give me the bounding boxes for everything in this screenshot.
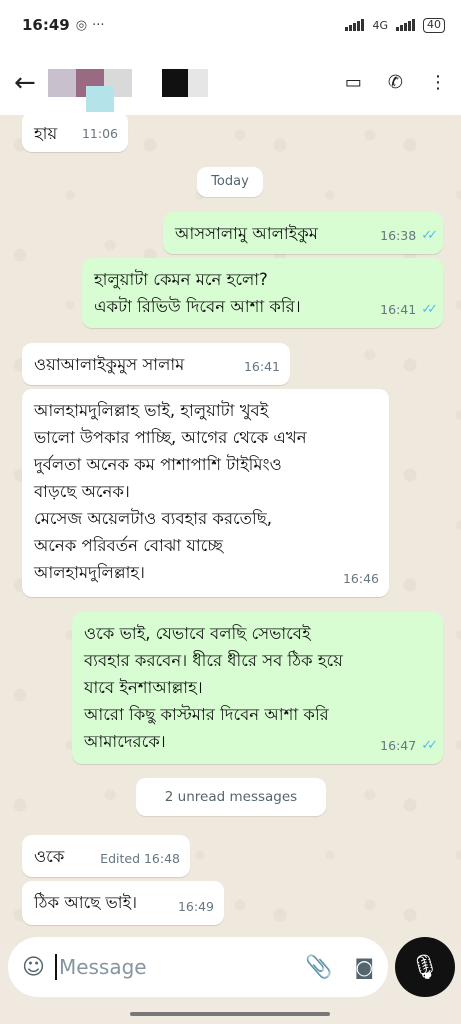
message-incoming[interactable]: আলহামদুলিল্লাহ ভাই, হালুয়াটা খুবই ভালো …	[22, 389, 389, 597]
status-right: 4G 40	[345, 17, 445, 33]
video-call-icon[interactable]: ▭	[345, 72, 362, 93]
message-text: ওকে	[34, 847, 65, 866]
home-gesture-handle[interactable]	[130, 1012, 330, 1016]
signal-icon	[345, 19, 365, 31]
avatar-blur-fragment	[86, 86, 114, 114]
unread-messages-separator: 2 unread messages	[136, 778, 326, 816]
message-text: আলহামদুলিল্লাহ ভাই, হালুয়াটা খুবই ভালো …	[34, 401, 307, 582]
message-text: হালুয়াটা কেমন মনে হলো? একটা রিভিউ দিবেন…	[94, 270, 301, 316]
menu-icon[interactable]: ⋮	[429, 72, 447, 93]
message-time: Edited 16:48	[100, 851, 180, 866]
contact-avatar-blurred[interactable]	[47, 65, 208, 101]
network-type: 4G	[372, 18, 388, 32]
chat-header: ← ▭ ✆ ⋮	[0, 50, 461, 115]
signal-icon-2	[396, 19, 415, 31]
double-check-icon: ✓✓	[421, 738, 438, 753]
message-outgoing[interactable]: হালুয়াটা কেমন মনে হলো? একটা রিভিউ দিবেন…	[82, 258, 443, 328]
message-text: আসসালামু আলাইকুম	[175, 224, 318, 243]
status-time: 16:49	[22, 16, 70, 34]
message-input[interactable]	[58, 955, 249, 979]
message-text: ঠিক আছে ভাই।	[34, 893, 138, 912]
status-bar: 16:49 ◎ ··· 4G 40	[0, 0, 461, 50]
double-check-icon: ✓✓	[421, 302, 438, 317]
message-time: 16:49	[177, 899, 214, 914]
message-time: 16:41	[243, 359, 280, 374]
arrow-left-icon[interactable]: ←	[14, 68, 36, 98]
message-composer: ☺ 📎 ◙	[8, 937, 388, 997]
message-time: 16:47 ✓✓	[380, 732, 438, 759]
message-incoming[interactable]: ওয়াআলাইকুমুস সালাম 16:41	[22, 343, 290, 385]
message-outgoing[interactable]: ওকে ভাই, যেভাবে বলছি সেভাবেই ব্যবহার করব…	[72, 612, 443, 764]
header-actions: ▭ ✆ ⋮	[345, 72, 447, 93]
message-text: ওকে ভাই, যেভাবে বলছি সেভাবেই ব্যবহার করব…	[84, 624, 343, 751]
message-text: হায়	[34, 124, 58, 143]
voice-call-icon[interactable]: ✆	[388, 72, 403, 93]
double-check-icon: ✓✓	[421, 228, 438, 243]
attach-icon[interactable]: 📎	[305, 955, 332, 980]
message-time: 11:06	[81, 126, 118, 141]
message-incoming[interactable]: ওকে Edited 16:48	[22, 835, 190, 877]
message-incoming[interactable]: হায় 11:06	[22, 112, 128, 152]
message-text: ওয়াআলাইকুমুস সালাম	[34, 355, 185, 374]
more-dots-icon: ···	[92, 17, 105, 33]
message-incoming[interactable]: ঠিক আছে ভাই। 16:49	[22, 881, 224, 925]
message-time: 16:41 ✓✓	[380, 296, 438, 323]
text-caret	[54, 954, 57, 980]
message-time: 16:38 ✓✓	[380, 222, 438, 249]
battery-indicator: 40	[423, 17, 445, 33]
date-separator: Today	[197, 167, 263, 197]
sticker-icon[interactable]: ☺	[22, 955, 45, 980]
message-outgoing[interactable]: আসসালামু আলাইকুম 16:38 ✓✓	[163, 212, 443, 254]
camera-icon[interactable]: ◙	[355, 955, 374, 979]
message-time: 16:46	[342, 571, 379, 586]
microphone-icon: 🎙	[409, 953, 441, 981]
whatsapp-notification-icon: ◎	[75, 17, 88, 33]
notification-icons: ◎ ···	[76, 18, 105, 33]
microphone-button[interactable]: 🎙	[395, 937, 455, 997]
